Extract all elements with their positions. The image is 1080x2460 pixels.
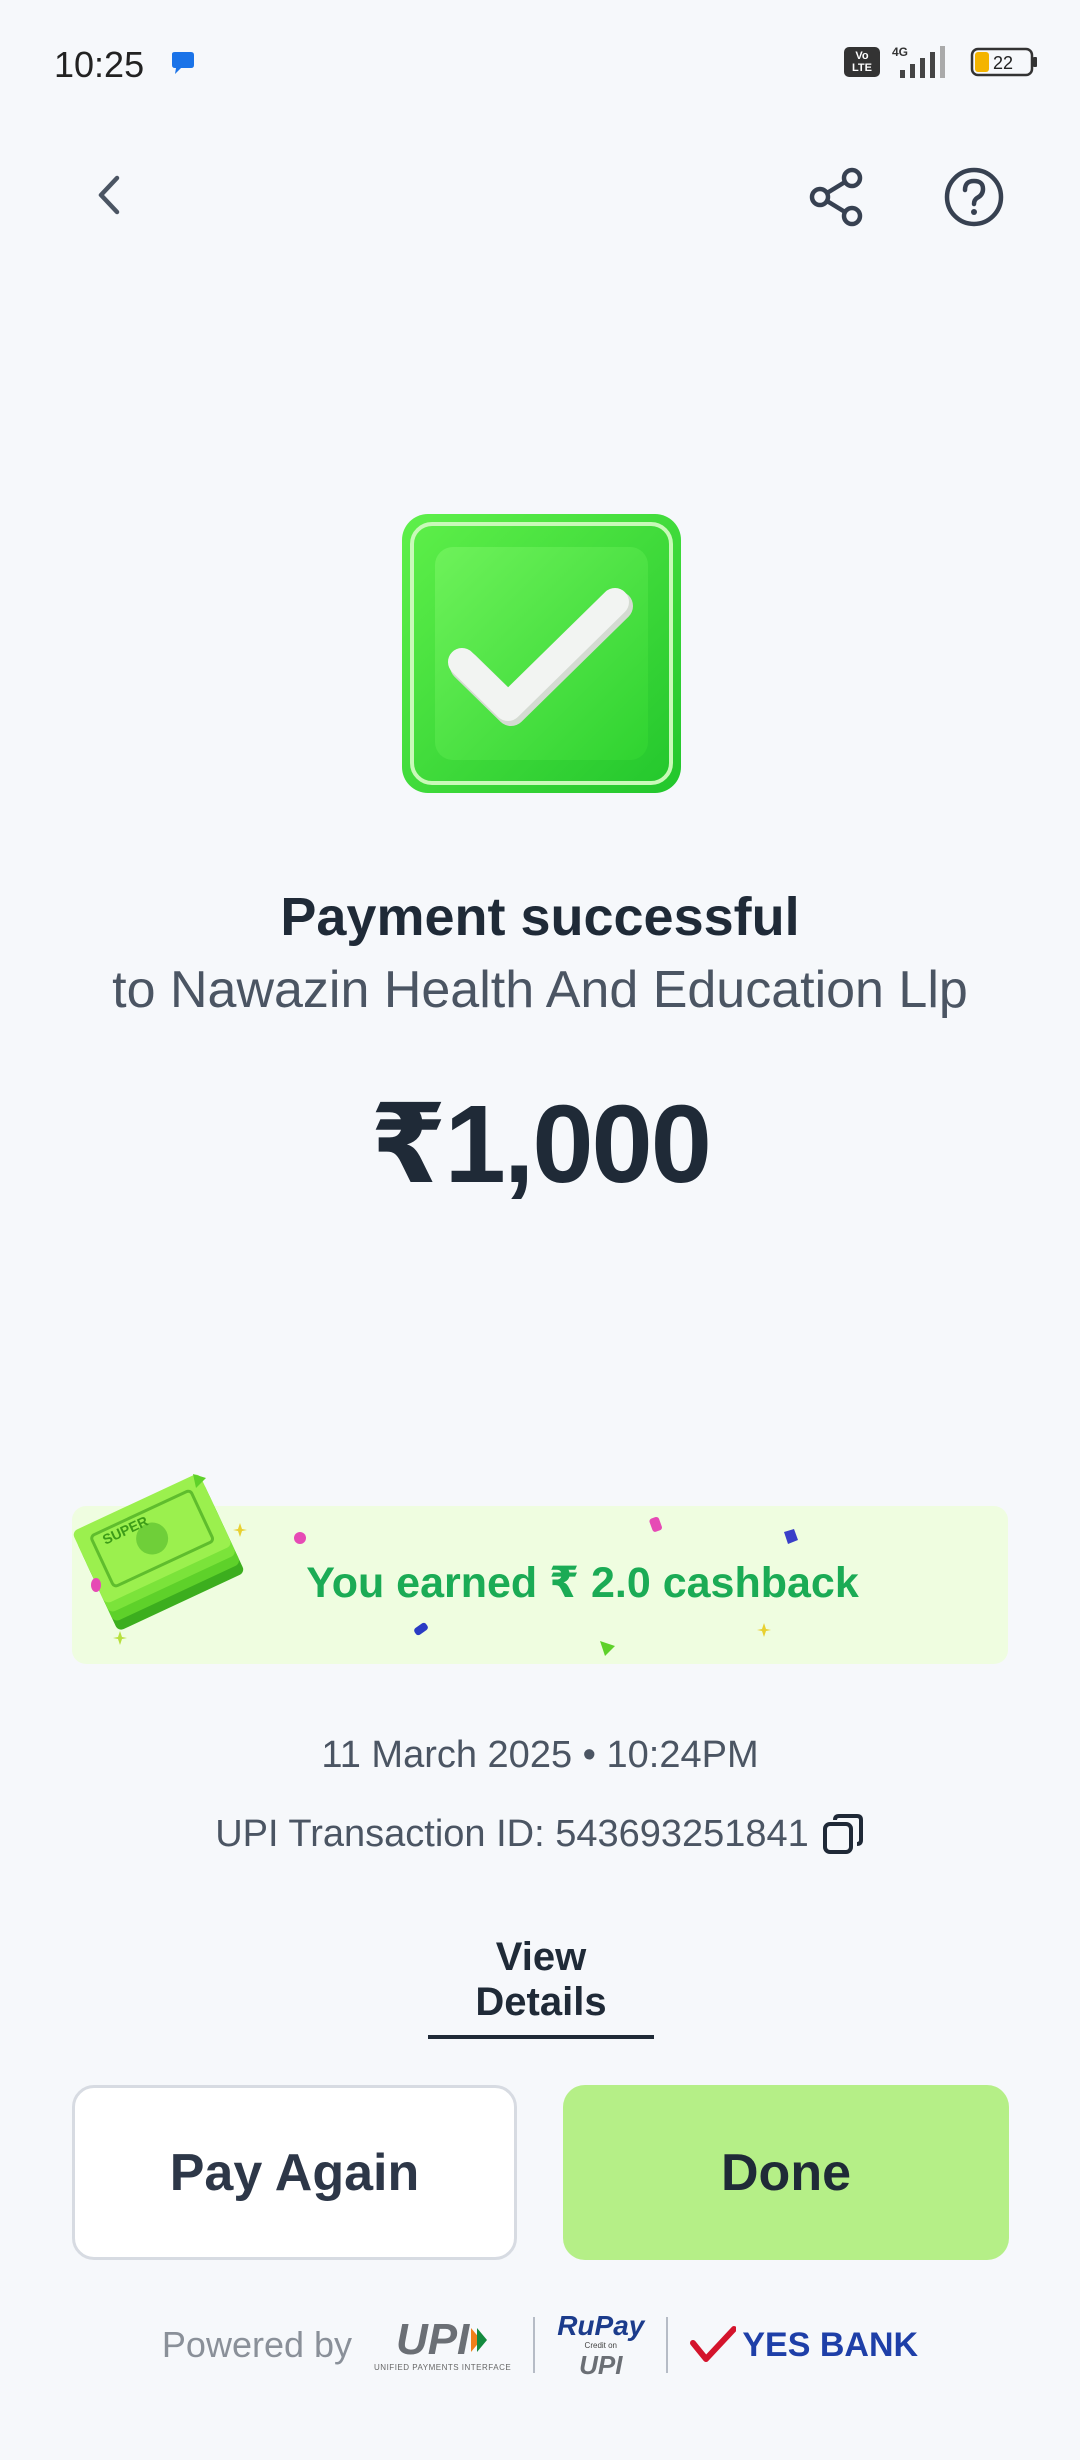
confetti-icon <box>113 1631 127 1645</box>
powered-by-label: Powered by <box>161 2324 353 2365</box>
confetti-icon <box>294 1532 306 1544</box>
footer-divider <box>666 2317 669 2373</box>
success-check-icon <box>402 514 681 793</box>
yes-bank-check-icon <box>690 2326 737 2362</box>
transaction-id: UPI Transaction ID: 543693251841 <box>215 1812 809 1855</box>
rupay-logo-text: RuPay <box>557 2310 645 2341</box>
pay-again-button[interactable]: Pay Again <box>72 2085 517 2260</box>
status-icons: Vo LTE 4G 22 <box>844 44 1040 80</box>
battery-icon: 22 <box>970 47 1037 77</box>
rupay-credit-label: Credit on <box>584 2341 618 2350</box>
back-button[interactable] <box>74 160 144 230</box>
cashback-message: You earned ₹ 2.0 cashback <box>306 1559 859 1607</box>
upi-logo-text: UPI <box>395 2315 470 2364</box>
upi-logo-subtitle: UNIFIED PAYMENTS INTERFACE <box>374 2363 512 2372</box>
powered-by-footer: Powered by UPI UNIFIED PAYMENTS INTERFAC… <box>0 2305 1080 2385</box>
status-bar: 10:25 Vo LTE 4G 22 <box>0 0 1080 130</box>
payment-amount: ₹1,000 <box>370 1083 712 1206</box>
help-button[interactable] <box>937 160 1011 234</box>
transaction-datetime: 11 March 2025 • 10:24PM <box>321 1734 759 1776</box>
confetti-icon <box>414 1622 428 1636</box>
help-circle-icon <box>944 167 1004 227</box>
signal-icon: 4G <box>892 45 945 78</box>
share-icon <box>809 167 863 227</box>
confetti-icon <box>233 1523 247 1537</box>
payment-status-title: Payment successful <box>280 887 800 947</box>
message-notification-icon <box>172 52 194 74</box>
payee-name: to Nawazin Health And Education Llp <box>112 961 968 1019</box>
payment-success-screen: 10:25 Vo LTE 4G 22 Payment successful to… <box>0 0 1080 2460</box>
transaction-id-row: UPI Transaction ID: 543693251841 <box>0 1812 1080 1856</box>
upi-arrow-icon <box>471 2328 488 2352</box>
confetti-icon <box>757 1623 771 1637</box>
cash-bundle-icon: SUPER <box>73 1474 244 1630</box>
footer-divider <box>533 2317 536 2373</box>
confetti-icon <box>784 1529 798 1544</box>
upi-logo: UPI UNIFIED PAYMENTS INTERFACE <box>374 2318 511 2372</box>
volte-icon: Vo LTE <box>844 47 880 77</box>
view-details-link[interactable]: View Details <box>428 1935 654 2039</box>
confetti-icon <box>600 1641 615 1656</box>
network-type-label: 4G <box>892 45 908 59</box>
yes-bank-text: YES BANK <box>742 2325 919 2364</box>
share-button[interactable] <box>800 160 874 234</box>
chevron-left-icon <box>98 175 120 215</box>
yes-bank-logo: YES BANK <box>690 2325 918 2365</box>
rupay-upi-text: UPI <box>579 2350 623 2380</box>
confetti-icon <box>649 1516 662 1532</box>
rupay-logo: RuPay Credit on UPI <box>557 2310 645 2380</box>
battery-level: 22 <box>993 53 1013 73</box>
status-time: 10:25 <box>54 44 145 85</box>
confetti-icon <box>193 1474 206 1488</box>
copy-icon[interactable] <box>821 1812 865 1856</box>
done-button[interactable]: Done <box>563 2085 1009 2260</box>
